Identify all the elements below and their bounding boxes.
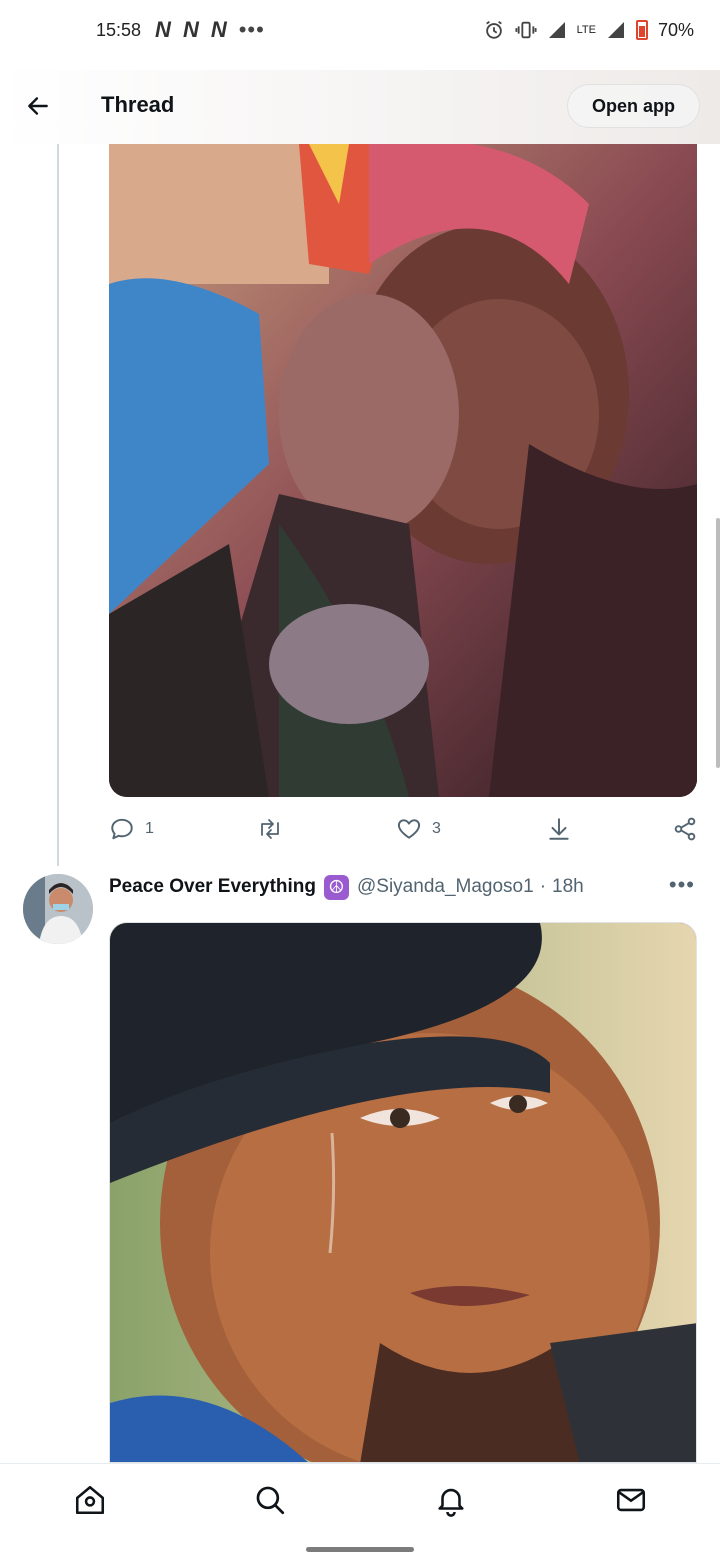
- network-type: LTE: [576, 23, 596, 36]
- home-indicator[interactable]: [306, 1547, 414, 1552]
- thread-connector-line: [57, 144, 59, 866]
- more-notifications-icon: •••: [238, 17, 265, 42]
- display-name[interactable]: Peace Over Everything: [109, 876, 316, 898]
- page-title: Thread: [101, 92, 175, 117]
- back-arrow-icon: [28, 97, 48, 115]
- user-handle[interactable]: @Siyanda_Magoso1: [357, 876, 534, 898]
- download-icon: [549, 818, 569, 840]
- reply-icon: [111, 818, 133, 840]
- notification-icon: N: [182, 17, 199, 42]
- more-options-icon[interactable]: •••: [669, 872, 695, 898]
- vibrate-icon: [515, 21, 537, 39]
- tweet-header: Peace Over Everything ☮ @Siyanda_Magoso1…: [109, 872, 699, 902]
- alarm-icon: [485, 20, 502, 39]
- tweet-timestamp[interactable]: 18h: [552, 876, 584, 898]
- notification-icon: N: [210, 17, 227, 42]
- like-button[interactable]: 3: [396, 816, 441, 842]
- notification-icon: N: [155, 17, 171, 42]
- battery-level: 70%: [657, 19, 694, 40]
- media-photo-2: [110, 923, 696, 1462]
- tweet-media-image-2[interactable]: [109, 922, 697, 1463]
- top-app-bar: Thread Open app: [0, 70, 720, 144]
- share-icon: [674, 817, 696, 841]
- signal-icon-2: [607, 22, 624, 38]
- back-button[interactable]: [22, 90, 54, 122]
- tweet-actions: 1 3: [109, 812, 699, 846]
- separator-dot: ·: [539, 876, 547, 897]
- battery-icon: [635, 20, 648, 40]
- home-icon: [75, 1485, 105, 1515]
- scrollbar[interactable]: [716, 518, 720, 768]
- retweet-icon: [261, 819, 279, 839]
- bell-icon: [438, 1488, 464, 1517]
- reply-button[interactable]: 1: [109, 816, 154, 842]
- avatar[interactable]: [23, 874, 93, 944]
- media-photo: [109, 144, 697, 797]
- nav-notifications[interactable]: [433, 1482, 469, 1518]
- reply-count: 1: [145, 820, 154, 837]
- status-time: 15:58: [96, 19, 142, 40]
- open-app-button[interactable]: Open app: [566, 84, 700, 128]
- heart-icon: [397, 819, 421, 839]
- peace-icon: ☮: [324, 874, 349, 900]
- status-bar: 15:58 N N N ••• LTE 70%: [0, 0, 720, 60]
- nav-messages[interactable]: [613, 1482, 649, 1518]
- bottom-navigation: [0, 1463, 720, 1538]
- nav-search[interactable]: [252, 1482, 288, 1518]
- retweet-button[interactable]: [256, 816, 294, 842]
- share-button[interactable]: [672, 816, 698, 842]
- signal-icon: [548, 22, 565, 38]
- search-icon: [256, 1486, 285, 1515]
- mail-icon: [616, 1488, 646, 1512]
- like-count: 3: [432, 820, 441, 837]
- nav-home[interactable]: [72, 1482, 108, 1518]
- tweet-media-image[interactable]: [109, 144, 697, 797]
- download-button[interactable]: [546, 816, 572, 842]
- avatar-photo: [23, 874, 93, 944]
